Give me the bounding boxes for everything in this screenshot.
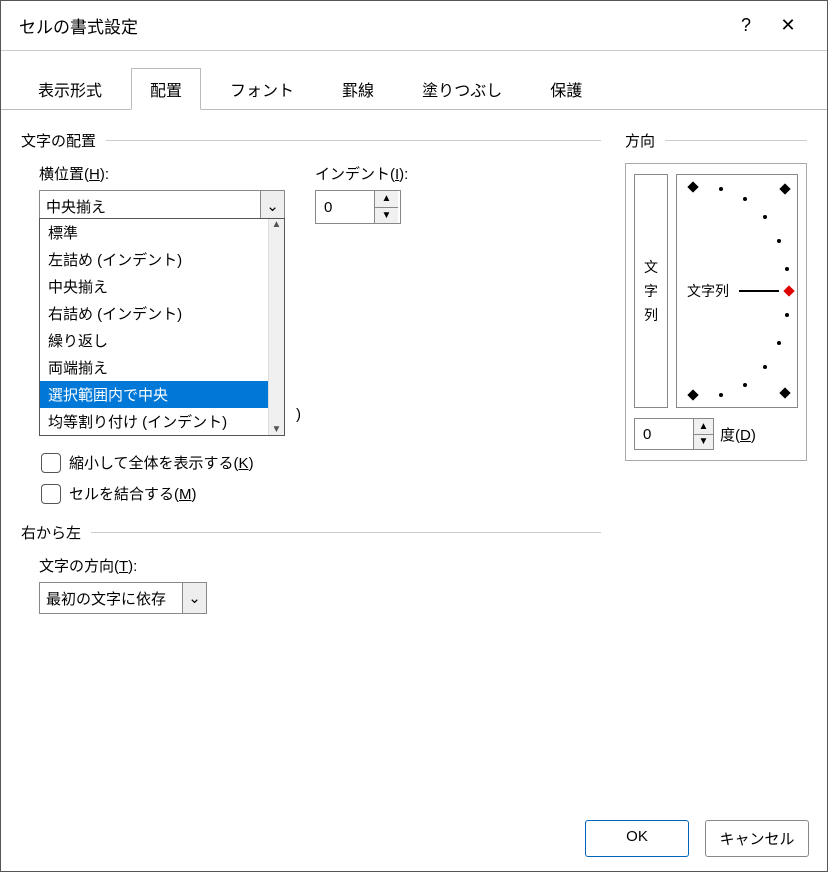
rtl-group: 右から左 (21, 522, 601, 545)
tab-number-format[interactable]: 表示形式 (19, 68, 121, 110)
merge-cells-checkbox[interactable] (41, 484, 61, 504)
degree-spin-up[interactable]: ▲ (694, 419, 713, 435)
horizontal-dropdown-list[interactable]: 標準 左詰め (インデント) 中央揃え 右詰め (インデント) 繰り返し 両端揃… (39, 218, 285, 436)
indent-input[interactable] (316, 191, 374, 223)
tab-border[interactable]: 罫線 (323, 68, 393, 110)
text-direction-combo[interactable]: 最初の文字に依存 ⌄ (39, 582, 207, 614)
option-standard[interactable]: 標準 (40, 219, 284, 246)
scroll-down-icon[interactable]: ▼ (272, 424, 282, 435)
orientation-marker-neg45[interactable] (779, 387, 790, 398)
tab-bar: 表示形式 配置 フォント 罫線 塗りつぶし 保護 (1, 51, 827, 110)
titlebar: セルの書式設定 ? ✕ (1, 1, 827, 51)
tab-protection[interactable]: 保護 (531, 68, 601, 110)
text-alignment-group: 文字の配置 (21, 130, 601, 153)
shrink-label: 縮小して全体を表示する(K) (69, 452, 254, 473)
ok-button[interactable]: OK (585, 820, 689, 857)
help-button[interactable]: ? (725, 15, 767, 36)
dropdown-scrollbar[interactable]: ▲ ▼ (268, 219, 284, 435)
orientation-marker-neg90[interactable] (687, 389, 698, 400)
option-distributed[interactable]: 均等割り付け (インデント) (40, 408, 284, 435)
orientation-dial[interactable]: 文字列 (676, 174, 798, 408)
option-left-indent[interactable]: 左詰め (インデント) (40, 246, 284, 273)
orientation-marker-0[interactable] (783, 285, 794, 296)
cancel-button[interactable]: キャンセル (705, 820, 809, 857)
wrap-text-partial: ) (296, 406, 301, 423)
option-justify[interactable]: 両端揃え (40, 354, 284, 381)
orientation-marker-45[interactable] (779, 183, 790, 194)
scroll-up-icon[interactable]: ▲ (272, 219, 282, 230)
chevron-down-icon[interactable]: ⌄ (260, 191, 284, 221)
horizontal-label: 横位置(H): (39, 163, 285, 184)
indent-spinner[interactable]: ▲ ▼ (315, 190, 401, 224)
orientation-degree-input[interactable] (635, 419, 693, 449)
merge-label: セルを結合する(M) (69, 483, 197, 504)
tab-alignment[interactable]: 配置 (131, 68, 201, 110)
degree-spin-down[interactable]: ▼ (694, 435, 713, 450)
shrink-to-fit-checkbox[interactable] (41, 453, 61, 473)
indent-label: インデント(I): (315, 163, 408, 184)
option-right-indent[interactable]: 右詰め (インデント) (40, 300, 284, 327)
text-direction-label: 文字の方向(T): (39, 555, 601, 576)
close-button[interactable]: ✕ (767, 15, 809, 36)
option-center[interactable]: 中央揃え (40, 273, 284, 300)
orientation-degree-spinner[interactable]: ▲ ▼ (634, 418, 714, 450)
option-center-selection[interactable]: 選択範囲内で中央 (40, 381, 284, 408)
indent-spin-up[interactable]: ▲ (375, 191, 398, 208)
tab-fill[interactable]: 塗りつぶし (403, 68, 521, 110)
indent-spin-down[interactable]: ▼ (375, 208, 398, 224)
orientation-group: 方向 (625, 130, 807, 153)
orientation-degree-label: 度(D) (720, 424, 756, 445)
dialog-title: セルの書式設定 (19, 13, 725, 38)
chevron-down-icon[interactable]: ⌄ (182, 583, 206, 613)
option-repeat[interactable]: 繰り返し (40, 327, 284, 354)
orientation-marker-90[interactable] (687, 181, 698, 192)
orientation-vertical-button[interactable]: 文 字 列 (634, 174, 668, 408)
tab-font[interactable]: フォント (211, 68, 313, 110)
